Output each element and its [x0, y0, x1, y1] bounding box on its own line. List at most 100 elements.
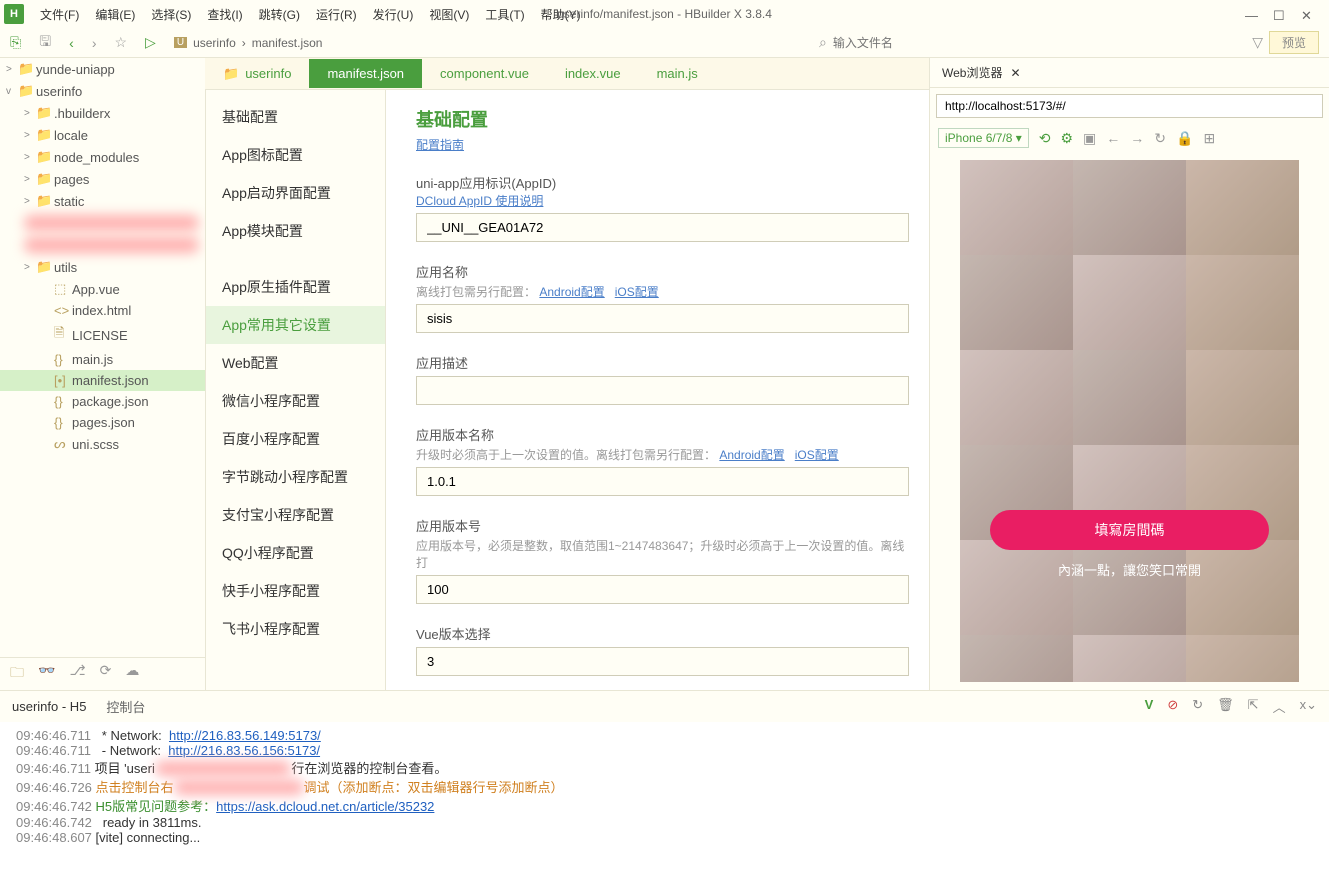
tree-row[interactable]: >📁pages [0, 168, 205, 190]
clear-icon[interactable]: 🗑 [1217, 697, 1234, 716]
menu-item[interactable]: 选择(S) [143, 6, 199, 23]
vercode-input[interactable] [416, 575, 909, 604]
appid-input[interactable] [416, 213, 909, 242]
menu-item[interactable]: 发行(U) [365, 6, 422, 23]
config-nav-item[interactable]: 微信小程序配置 [206, 382, 385, 420]
close-button[interactable]: ✕ [1301, 8, 1313, 20]
search-input[interactable] [833, 36, 1246, 50]
console-tab-project[interactable]: userinfo - H5 [12, 699, 86, 714]
file-tab[interactable]: manifest.json [309, 59, 422, 88]
config-nav-item[interactable]: App启动界面配置 [206, 174, 385, 212]
minimize-button[interactable]: — [1245, 8, 1257, 20]
forward-icon[interactable]: › [92, 35, 97, 51]
nav-forward-icon[interactable]: → [1130, 130, 1144, 146]
menu-item[interactable]: 视图(V) [421, 6, 477, 23]
cloud-icon[interactable]: ☁ [125, 662, 139, 686]
vue-input[interactable] [416, 647, 909, 676]
tree-row[interactable]: {}package.json [0, 391, 205, 412]
menu-item[interactable]: 跳转(G) [251, 6, 308, 23]
file-tab[interactable]: main.js [639, 59, 716, 88]
file-tab[interactable]: component.vue [422, 59, 547, 88]
grid-icon[interactable]: ⊞ [1203, 130, 1215, 147]
console-tab-log[interactable]: 控制台 [106, 697, 145, 716]
console-link[interactable]: https://ask.dcloud.net.cn/article/35232 [216, 799, 434, 814]
glasses-icon[interactable]: 👓 [38, 662, 55, 686]
ios-link-2[interactable]: iOS配置 [795, 448, 839, 462]
reload-icon[interactable]: ↻ [1154, 130, 1166, 147]
tree-row[interactable]: x [0, 234, 205, 256]
tree-row[interactable]: >📁static [0, 190, 205, 212]
stop-icon[interactable]: ⊘ [1167, 697, 1178, 716]
back-icon[interactable]: ‹ [69, 35, 74, 51]
config-guide-link[interactable]: 配置指南 [416, 138, 464, 152]
tree-row[interactable]: >📁node_modules [0, 146, 205, 168]
reload-console-icon[interactable]: ↻ [1192, 697, 1203, 716]
preview-button[interactable]: 预览 [1269, 31, 1319, 54]
config-nav-item[interactable]: App图标配置 [206, 136, 385, 174]
config-nav-item[interactable]: 快手小程序配置 [206, 572, 385, 610]
tree-row[interactable]: >📁.hbuilderx [0, 102, 205, 124]
screenshot-icon[interactable]: ▣ [1083, 130, 1096, 147]
console-link[interactable]: http://216.83.56.156:5173/ [168, 743, 320, 758]
desc-input[interactable] [416, 376, 909, 405]
tree-row[interactable]: {}main.js [0, 349, 205, 370]
save-icon[interactable]: 🖫 [39, 31, 51, 55]
config-nav-item[interactable]: App常用其它设置 [206, 306, 385, 344]
export-icon[interactable]: ⇱ [1248, 697, 1259, 716]
tree-row[interactable]: ᔕuni.scss [0, 433, 205, 455]
config-nav-item[interactable]: 支付宝小程序配置 [206, 496, 385, 534]
lock-icon[interactable]: 🔒 [1176, 130, 1193, 147]
crumb-1[interactable]: manifest.json [252, 36, 323, 50]
crumb-0[interactable]: userinfo [193, 36, 236, 50]
version-input[interactable] [416, 467, 909, 496]
config-nav-item[interactable] [206, 250, 385, 268]
branch-icon[interactable]: ⎇ [69, 662, 85, 686]
room-code-button[interactable]: 填寫房間碼 [990, 510, 1269, 550]
url-input[interactable] [936, 94, 1323, 118]
tree-row[interactable]: {}pages.json [0, 412, 205, 433]
config-nav-item[interactable]: 字节跳动小程序配置 [206, 458, 385, 496]
gear-icon[interactable]: ⚙ [1060, 130, 1073, 147]
config-nav-item[interactable]: QQ小程序配置 [206, 534, 385, 572]
ios-link[interactable]: iOS配置 [615, 285, 659, 299]
search-icon[interactable]: ⌕ [819, 34, 827, 51]
new-file-icon[interactable]: ⎘ [10, 34, 21, 51]
config-nav-item[interactable]: App模块配置 [206, 212, 385, 250]
maximize-button[interactable]: ☐ [1273, 8, 1285, 20]
tree-row[interactable]: >📁locale [0, 124, 205, 146]
refresh-icon[interactable]: ⟲ [1039, 130, 1051, 147]
tree-row[interactable]: 🗎LICENSE [0, 321, 205, 349]
tree-row[interactable]: ⬚App.vue [0, 278, 205, 300]
star-icon[interactable]: ☆ [114, 34, 127, 51]
console-link[interactable]: http://216.83.56.149:5173/ [169, 728, 321, 743]
android-link-2[interactable]: Android配置 [719, 448, 784, 462]
browser-tab-close-icon[interactable]: ✕ [1010, 66, 1020, 80]
tree-row[interactable]: [•]manifest.json [0, 370, 205, 391]
config-nav-item[interactable]: 飞书小程序配置 [206, 610, 385, 648]
menu-item[interactable]: 工具(T) [477, 6, 532, 23]
config-nav-item[interactable]: Web配置 [206, 344, 385, 382]
file-tab[interactable]: index.vue [547, 59, 639, 88]
file-tab[interactable]: 📁userinfo [205, 59, 309, 89]
close-console-icon[interactable]: x⌄ [1300, 697, 1317, 716]
tree-row[interactable]: >📁yunde-uniapp [0, 58, 205, 80]
appid-help-link[interactable]: DCloud AppID 使用说明 [416, 194, 543, 208]
run-icon[interactable]: ▷ [145, 34, 156, 51]
collapse-icon[interactable]: ︿ [1273, 697, 1286, 716]
config-nav-item[interactable]: 基础配置 [206, 98, 385, 136]
menu-item[interactable]: 查找(I) [199, 6, 250, 23]
tree-row[interactable]: x [0, 212, 205, 234]
sync-icon[interactable]: ⟳ [100, 662, 112, 686]
menu-item[interactable]: 文件(F) [32, 6, 87, 23]
appname-input[interactable] [416, 304, 909, 333]
tree-row[interactable]: >📁utils [0, 256, 205, 278]
menu-item[interactable]: 运行(R) [308, 6, 365, 23]
config-nav-item[interactable]: App原生插件配置 [206, 268, 385, 306]
filter-icon[interactable]: ▽ [1252, 34, 1263, 51]
tree-row[interactable]: <>index.html [0, 300, 205, 321]
device-select[interactable]: iPhone 6/7/8 ▾ [938, 128, 1029, 148]
android-link[interactable]: Android配置 [539, 285, 604, 299]
vue-icon[interactable]: V [1145, 697, 1154, 716]
folder-filter-icon[interactable]: 🗀 [10, 662, 24, 686]
nav-back-icon[interactable]: ← [1106, 130, 1120, 146]
